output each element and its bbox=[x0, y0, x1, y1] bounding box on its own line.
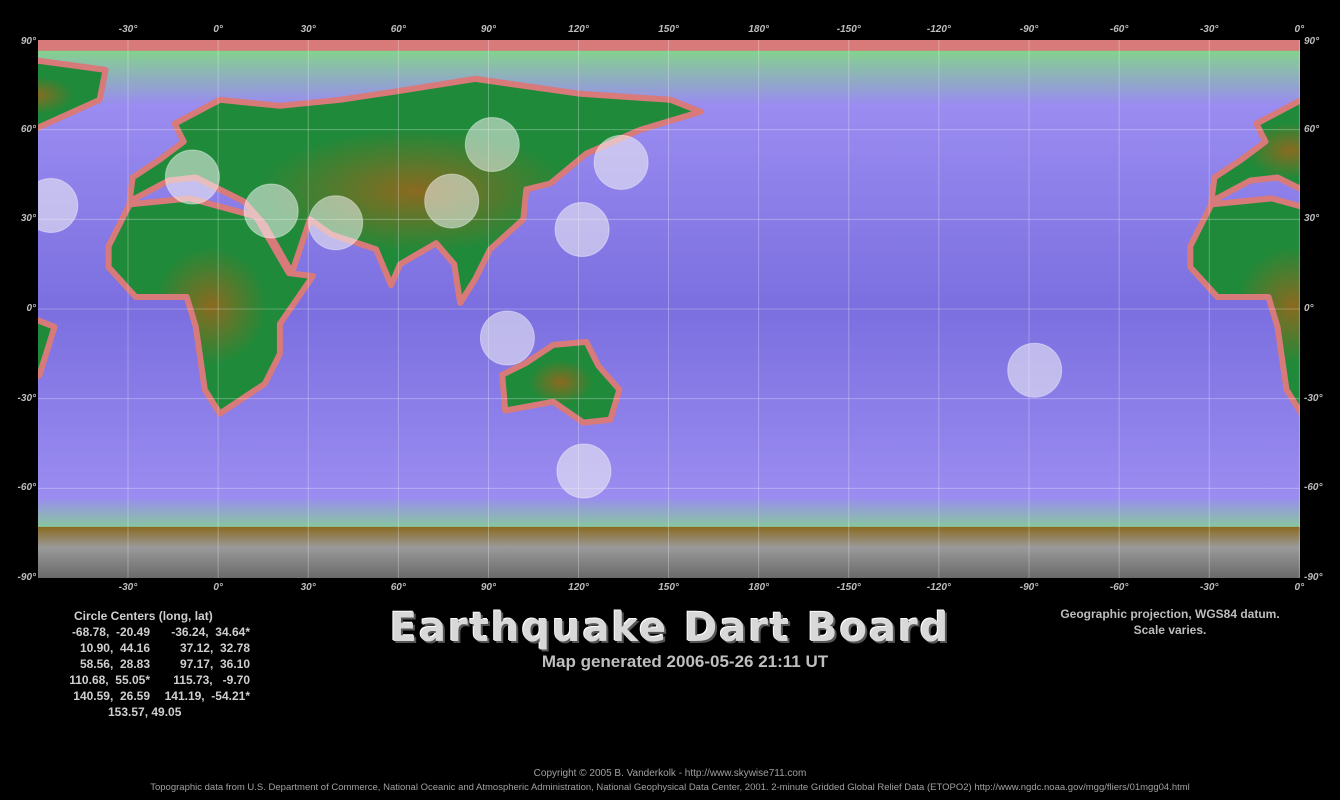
dart-circle bbox=[1007, 342, 1063, 398]
lat-tick-label: -60° bbox=[1304, 482, 1323, 494]
center-value-last: 153.57, 49.05 bbox=[108, 705, 182, 719]
lon-tick-label: -90° bbox=[1019, 24, 1039, 35]
projection-note: Geographic projection, WGS84 datum. Scal… bbox=[1020, 606, 1320, 638]
lon-tick-label: 120° bbox=[568, 24, 589, 35]
data-credits-line: Topographic data from U.S. Department of… bbox=[150, 782, 1190, 793]
lon-tick-label: 60° bbox=[390, 24, 406, 35]
lon-tick-label: 120° bbox=[568, 582, 589, 593]
lon-tick-label: 0° bbox=[213, 24, 223, 35]
center-value: 141.19, -54.21* bbox=[164, 689, 250, 703]
lat-tick-label: -90° bbox=[17, 572, 36, 583]
center-value: -68.78, -20.49 bbox=[71, 625, 150, 639]
lon-tick-label: 150° bbox=[658, 582, 679, 593]
dart-circle bbox=[243, 183, 299, 239]
lat-tick-label: 0° bbox=[26, 303, 36, 314]
lon-tick-label: 180° bbox=[748, 24, 770, 35]
lon-tick-label: 0° bbox=[1294, 24, 1305, 35]
center-value: 115.73, -9.70 bbox=[173, 673, 250, 687]
lon-tick-label: 90° bbox=[480, 24, 496, 35]
lat-tick-label: 60° bbox=[20, 123, 36, 135]
lat-tick-label: 30° bbox=[1304, 213, 1320, 225]
center-value: -36.24, 34.64* bbox=[171, 625, 250, 639]
dart-circle bbox=[164, 149, 220, 205]
lon-tick-label: -30° bbox=[1199, 582, 1219, 593]
lat-tick-label: 90° bbox=[1304, 36, 1320, 47]
circle-centers-header: Circle Centers (long, lat) bbox=[74, 609, 213, 623]
center-value: 58.56, 28.83 bbox=[79, 657, 150, 671]
dart-circle bbox=[556, 443, 612, 499]
lon-tick-label: 30° bbox=[300, 582, 316, 593]
lon-tick-label: 90° bbox=[480, 582, 496, 593]
lat-tick-label: -30° bbox=[1304, 392, 1323, 404]
arctic-edge bbox=[38, 40, 1300, 51]
lat-tick-label: 30° bbox=[20, 213, 36, 225]
lon-tick-label: -30° bbox=[118, 582, 138, 593]
lon-tick-label: 150° bbox=[658, 24, 679, 35]
lon-tick-label: 30° bbox=[300, 24, 316, 35]
lat-tick-label: 90° bbox=[20, 36, 36, 47]
lon-tick-label: 0° bbox=[1294, 582, 1305, 593]
lat-tick-label: -60° bbox=[17, 482, 36, 494]
dart-circle bbox=[554, 202, 610, 257]
center-value: 110.68, 55.05* bbox=[69, 673, 150, 687]
map-generated-timestamp: Map generated 2006-05-26 21:11 UT bbox=[541, 652, 829, 671]
lat-tick-label: -30° bbox=[17, 392, 36, 404]
lon-tick-label: 60° bbox=[390, 582, 406, 593]
list-item: 140.59, 26.59 141.19, -54.21* bbox=[40, 688, 300, 704]
list-item: 110.68, 55.05* 115.73, -9.70 bbox=[40, 672, 300, 688]
antarctica-ice bbox=[38, 526, 1300, 578]
list-item: 58.56, 28.83 97.17, 36.10 bbox=[40, 656, 300, 672]
center-value: 10.90, 44.16 bbox=[79, 641, 150, 655]
circle-centers-list: Circle Centers (long, lat) -68.78, -20.4… bbox=[40, 608, 300, 720]
dart-circle bbox=[593, 134, 649, 190]
lon-tick-label: 0° bbox=[213, 582, 223, 593]
lat-tick-label: 0° bbox=[1304, 303, 1314, 314]
lon-tick-label: 180° bbox=[748, 582, 770, 593]
dart-circle bbox=[424, 173, 480, 229]
copyright-line: Copyright © 2005 B. Vanderkolk - http://… bbox=[533, 768, 807, 779]
center-value: 97.17, 36.10 bbox=[179, 657, 250, 671]
list-item: -68.78, -20.49 -36.24, 34.64* bbox=[40, 624, 300, 640]
lon-tick-label: -90° bbox=[1019, 582, 1039, 593]
dart-circle bbox=[464, 117, 520, 172]
lon-tick-label: -60° bbox=[1109, 582, 1129, 593]
lat-tick-label: 60° bbox=[1304, 123, 1320, 135]
dart-circle bbox=[479, 310, 535, 366]
projection-line-2: Scale varies. bbox=[1133, 623, 1207, 637]
world-relief-map bbox=[38, 40, 1300, 578]
lon-tick-label: -150° bbox=[836, 24, 861, 35]
lon-tick-label: -30° bbox=[118, 24, 138, 35]
lon-tick-label: -30° bbox=[1199, 24, 1219, 35]
center-value: 140.59, 26.59 bbox=[73, 689, 150, 703]
lon-tick-label: -150° bbox=[836, 582, 861, 593]
lat-tick-label: -90° bbox=[1304, 572, 1323, 583]
center-value: 37.12, 32.78 bbox=[179, 641, 250, 655]
lon-tick-label: -120° bbox=[926, 582, 951, 593]
projection-line-1: Geographic projection, WGS84 datum. bbox=[1060, 607, 1280, 621]
lon-tick-label: -120° bbox=[926, 24, 951, 35]
dart-circle bbox=[308, 195, 364, 251]
lon-tick-label: -60° bbox=[1109, 24, 1129, 35]
page-title: Earthquake Dart Board bbox=[389, 605, 951, 651]
list-item: 10.90, 44.16 37.12, 32.78 bbox=[40, 640, 300, 656]
